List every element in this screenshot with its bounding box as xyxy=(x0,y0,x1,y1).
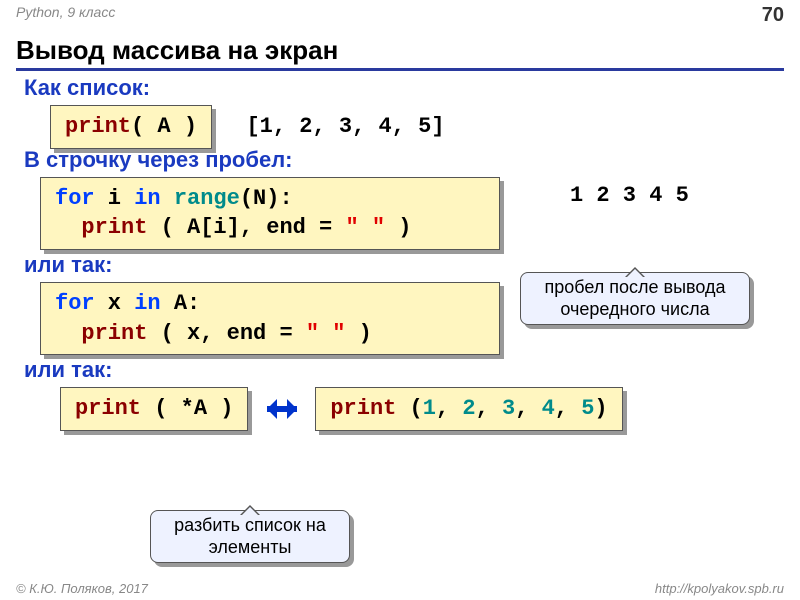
code-i: i xyxy=(95,186,135,211)
num-2: 2 xyxy=(462,396,475,421)
code-tail: (N): xyxy=(240,186,293,211)
output-row-1: 1 2 3 4 5 xyxy=(570,183,689,208)
code-x: x xyxy=(95,291,135,316)
codebox-loop-a: for x in A: print ( x, end = " " ) xyxy=(40,282,500,355)
code-tail2: A: xyxy=(161,291,201,316)
kw-for: for xyxy=(55,186,95,211)
row-loop-range: for i in range(N): print ( A[i], end = "… xyxy=(40,177,800,250)
codebox-star-a: print ( *A ) xyxy=(60,387,248,431)
codebox-print-a: print( A ) xyxy=(50,105,212,149)
kw-in: in xyxy=(134,186,160,211)
kw-for: for xyxy=(55,291,95,316)
row-star-a: print ( *A ) print (1, 2, 3, 4, 5) xyxy=(60,387,800,431)
num-4: 4 xyxy=(542,396,555,421)
page-number: 70 xyxy=(762,4,784,27)
str-space2: " " xyxy=(306,321,346,346)
kw-print: print xyxy=(65,114,131,139)
num-1: 1 xyxy=(423,396,436,421)
code-mid2: ( x, end = xyxy=(147,321,305,346)
slide-title: Вывод массива на экран xyxy=(16,35,784,71)
source-url: http://kpolyakov.spb.ru xyxy=(655,581,784,596)
code-mid: ( A[i], end = xyxy=(147,215,345,240)
kw-print: print xyxy=(330,396,396,421)
code-args: ( A ) xyxy=(131,114,197,139)
kw-in: in xyxy=(134,291,160,316)
callout-text-2: разбить список на элементы xyxy=(174,515,326,557)
row-print-list: print( A ) [1, 2, 3, 4, 5] xyxy=(50,105,800,149)
subhead-as-list: Как список: xyxy=(24,75,800,101)
paren-open: ( xyxy=(396,396,422,421)
callout-end-space: пробел после вывода очередного числа xyxy=(520,272,750,325)
code-star-args: ( *A ) xyxy=(141,396,233,421)
num-3: 3 xyxy=(502,396,515,421)
course-label: Python, 9 класс xyxy=(16,4,115,27)
callout-star-a: разбить список на элементы xyxy=(150,510,350,563)
slide-footer: © К.Ю. Поляков, 2017 http://kpolyakov.sp… xyxy=(0,581,800,596)
code-end: ) xyxy=(385,215,411,240)
kw-print: print xyxy=(81,215,147,240)
copyright: © К.Ю. Поляков, 2017 xyxy=(16,581,148,596)
slide-header: Python, 9 класс 70 xyxy=(0,0,800,31)
codebox-print-nums: print (1, 2, 3, 4, 5) xyxy=(315,387,622,431)
subhead-or-2: или так: xyxy=(24,357,800,383)
num-5: 5 xyxy=(581,396,594,421)
double-arrow-icon xyxy=(259,399,305,419)
kw-print: print xyxy=(75,396,141,421)
code-end2: ) xyxy=(345,321,371,346)
output-list: [1, 2, 3, 4, 5] xyxy=(246,114,444,139)
codebox-loop-range: for i in range(N): print ( A[i], end = "… xyxy=(40,177,500,250)
paren-close: ) xyxy=(594,396,607,421)
subhead-as-row: В строчку через пробел: xyxy=(24,147,800,173)
callout-text: пробел после вывода очередного числа xyxy=(544,277,725,319)
str-space: " " xyxy=(345,215,385,240)
fn-range: range xyxy=(161,186,240,211)
kw-print: print xyxy=(81,321,147,346)
